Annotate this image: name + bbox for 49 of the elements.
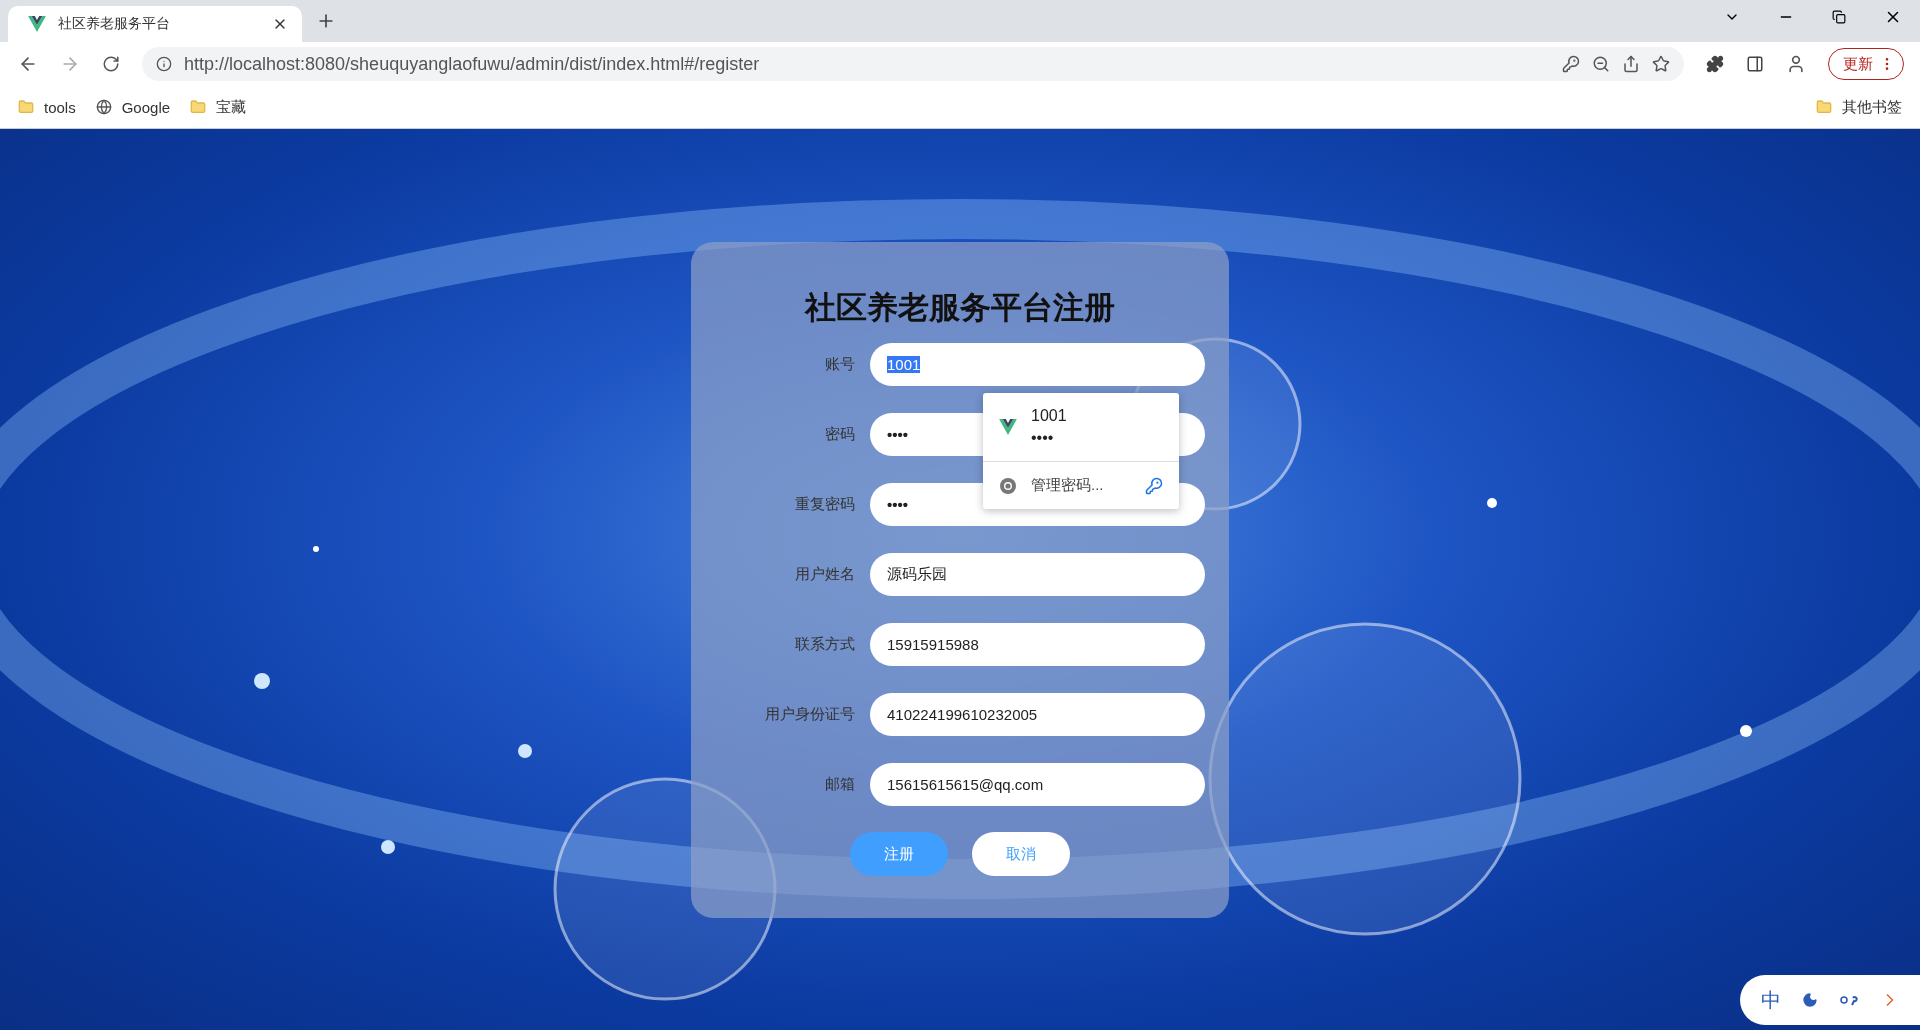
reload-icon[interactable] bbox=[102, 55, 120, 73]
field-label: 联系方式 bbox=[794, 635, 855, 654]
saved-login-item[interactable]: 1001 •••• bbox=[983, 393, 1179, 461]
light-dot-icon bbox=[313, 546, 319, 552]
light-dot-icon bbox=[518, 744, 532, 758]
input-field[interactable]: 15615615615@qq.com bbox=[870, 763, 1205, 806]
zoom-out-icon[interactable] bbox=[1592, 55, 1610, 73]
vue-logo-icon bbox=[28, 16, 46, 32]
input-field[interactable]: 15915915988 bbox=[870, 623, 1205, 666]
input-field[interactable]: 源码乐园 bbox=[870, 553, 1205, 596]
field-label: 重复密码 bbox=[794, 495, 855, 514]
folder-icon bbox=[18, 99, 34, 115]
light-dot-icon bbox=[254, 673, 270, 689]
input-field[interactable]: 1001 bbox=[870, 343, 1205, 386]
field-label: 账号 bbox=[824, 355, 855, 374]
share-icon[interactable] bbox=[1622, 55, 1640, 73]
puzzle-icon[interactable] bbox=[1706, 55, 1724, 73]
folder-icon bbox=[1816, 99, 1832, 115]
browser-tab[interactable]: 社区养老服务平台 bbox=[8, 6, 302, 42]
bookmark[interactable]: tools bbox=[18, 98, 76, 116]
light-dot-icon bbox=[1740, 725, 1752, 737]
light-dot-icon bbox=[1487, 498, 1497, 508]
info-icon[interactable] bbox=[156, 56, 172, 72]
moon-icon[interactable] bbox=[1801, 992, 1818, 1008]
restore-icon[interactable] bbox=[1832, 10, 1846, 24]
address-bar[interactable]: http://localhost:8080/sheuquyanglaofuwu/admin/dist/index.html#/register bbox=[142, 47, 1684, 81]
key-icon[interactable] bbox=[1562, 55, 1580, 73]
side-panel-icon[interactable] bbox=[1746, 55, 1764, 73]
update-button[interactable]: 更新 bbox=[1828, 48, 1904, 80]
field-label: 密码 bbox=[824, 425, 855, 444]
chrome-logo-icon bbox=[999, 476, 1017, 495]
field-label: 邮箱 bbox=[824, 775, 855, 794]
ime-mode-toggle[interactable]: 中 bbox=[1760, 986, 1781, 1014]
folder-icon bbox=[190, 99, 207, 115]
punctuation-icon[interactable] bbox=[1838, 993, 1859, 1007]
bookmark[interactable]: Google bbox=[95, 98, 171, 116]
key-icon bbox=[1145, 476, 1163, 495]
input-field[interactable]: 410224199610232005 bbox=[870, 693, 1205, 736]
field-label: 用户姓名 bbox=[794, 565, 855, 584]
globe-icon bbox=[95, 99, 112, 115]
other-bookmarks[interactable]: 其他书签 bbox=[1816, 97, 1902, 117]
field-label: 用户身份证号 bbox=[764, 705, 855, 724]
profile-icon[interactable] bbox=[1786, 54, 1806, 74]
bookmark[interactable]: 宝藏 bbox=[190, 97, 247, 117]
star-icon[interactable] bbox=[1652, 55, 1670, 73]
vue-logo-icon bbox=[999, 419, 1017, 435]
form-title: 社区养老服务平台注册 bbox=[805, 289, 1115, 327]
light-dot-icon bbox=[381, 840, 395, 854]
manage-passwords-item[interactable]: 管理密码... bbox=[983, 462, 1179, 509]
